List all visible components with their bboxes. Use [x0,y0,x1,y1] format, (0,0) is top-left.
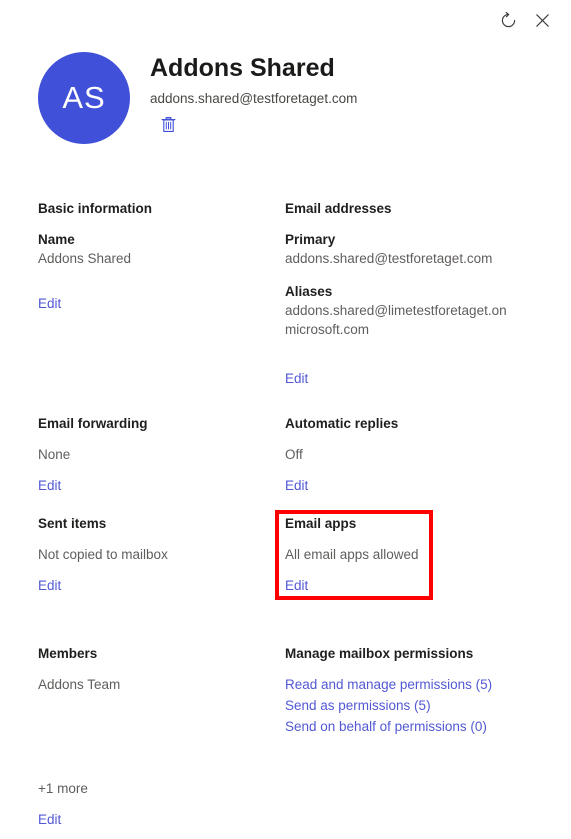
detail-row: Sent items Not copied to mailbox Edit Em… [38,515,538,645]
panel-command-bar [0,0,571,40]
section-sent-items: Sent items Not copied to mailbox Edit [38,515,285,645]
edit-email-addresses-link[interactable]: Edit [285,369,308,388]
section-value: Not copied to mailbox [38,547,168,562]
trash-icon [160,116,177,137]
field-aliases: Aliases addons.shared@limetestforetaget.… [285,282,532,339]
section-title: Email apps [285,516,357,531]
section-title: Email forwarding [38,416,148,431]
edit-email-forwarding-link[interactable]: Edit [38,476,61,495]
section-title: Basic information [38,201,153,216]
section-email-forwarding: Email forwarding None Edit [38,415,285,515]
field-value-line-1: addons.shared@limetestforetaget.on [285,303,507,318]
section-manage-mailbox-permissions: Manage mailbox permissions Read and mana… [285,645,532,805]
field-primary: Primary addons.shared@testforetaget.com [285,230,532,268]
section-title: Members [38,646,98,661]
close-icon [533,11,552,30]
section-value: Off [285,447,303,462]
send-as-permissions-link[interactable]: Send as permissions (5) [285,696,532,715]
field-label: Aliases [285,284,333,299]
section-email-apps: Email apps All email apps allowed Edit [285,515,532,645]
mailbox-header: AS Addons Shared addons.shared@testforet… [38,52,538,157]
section-title: Automatic replies [285,416,399,431]
header-primary-email: addons.shared@testforetaget.com [150,91,358,106]
section-title: Manage mailbox permissions [285,646,474,661]
field-label: Primary [285,232,336,247]
section-title: Sent items [38,516,107,531]
field-name: Name Addons Shared [38,230,285,268]
section-automatic-replies: Automatic replies Off Edit [285,415,532,515]
send-on-behalf-of-permissions-link[interactable]: Send on behalf of permissions (0) [285,717,532,736]
avatar-initials: AS [62,80,106,115]
refresh-icon [499,11,518,30]
section-value: All email apps allowed [285,547,419,562]
section-email-addresses: Email addresses Primary addons.shared@te… [285,200,532,415]
field-value-line-2: microsoft.com [285,322,370,337]
edit-email-apps-link[interactable]: Edit [285,576,308,595]
section-value: None [38,447,71,462]
page-title: Addons Shared [150,54,335,82]
mailbox-details: Basic information Name Addons Shared Edi… [38,200,538,827]
detail-row: Basic information Name Addons Shared Edi… [38,200,538,415]
section-title: Email addresses [285,201,392,216]
field-value: addons.shared@testforetaget.com [285,251,493,266]
members-more-count: +1 more [38,781,88,796]
section-basic-information: Basic information Name Addons Shared Edi… [38,200,285,415]
avatar: AS [38,52,130,144]
close-button[interactable] [525,3,559,37]
permission-links: Read and manage permissions (5) Send as … [285,675,532,736]
detail-row: Members Addons Team +1 more Edit Manage … [38,645,538,827]
section-members: Members Addons Team +1 more Edit [38,645,285,827]
field-label: Name [38,232,75,247]
section-value: Addons Team [38,677,121,692]
field-value: Addons Shared [38,251,132,266]
refresh-button[interactable] [491,3,525,37]
identity-block: Addons Shared addons.shared@testforetage… [150,52,357,139]
edit-basic-information-link[interactable]: Edit [38,294,61,313]
header-actions [157,115,357,139]
edit-sent-items-link[interactable]: Edit [38,576,61,595]
edit-members-link[interactable]: Edit [38,810,61,829]
delete-mailbox-button[interactable] [157,115,179,137]
edit-automatic-replies-link[interactable]: Edit [285,476,308,495]
read-and-manage-permissions-link[interactable]: Read and manage permissions (5) [285,675,532,694]
detail-row: Email forwarding None Edit Automatic rep… [38,415,538,515]
